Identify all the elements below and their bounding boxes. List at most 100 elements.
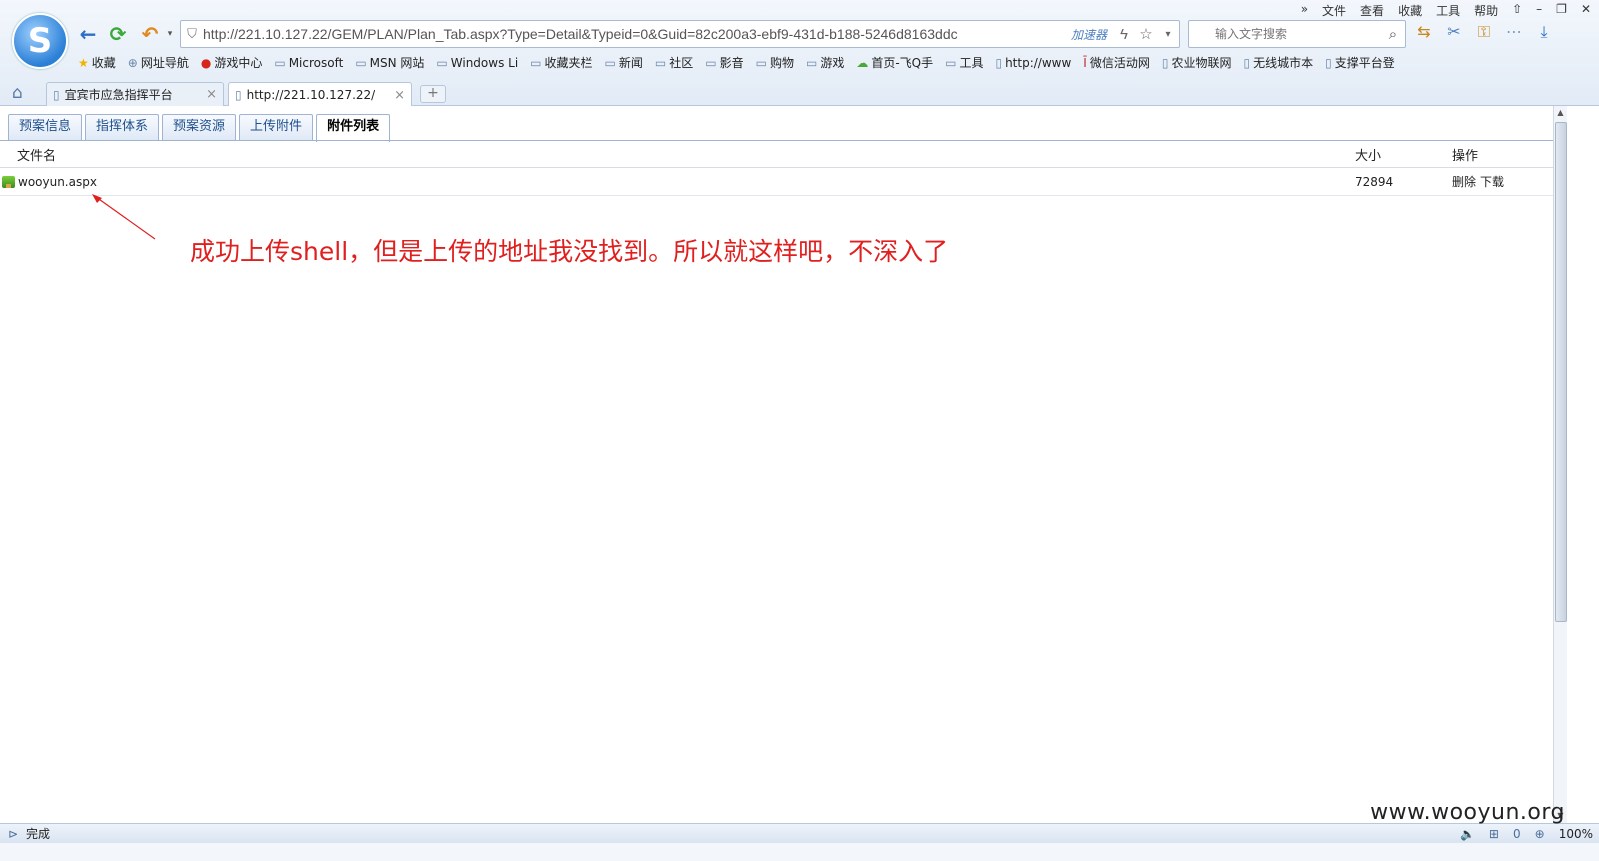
skin-icon[interactable]: ⇧ [1512, 2, 1522, 19]
search-box[interactable]: ⌕ [1188, 20, 1406, 48]
bookmark-item[interactable]: ☁ 首页-飞Q手 [856, 54, 933, 71]
app-tab-bar: 预案信息 指挥体系 预案资源 上传附件 附件列表 [8, 114, 391, 142]
browser-toolbar: S » 文件 查看 收藏 工具 帮助 ⇧ – ❐ ✕ ← ⟳ ↶ ▾ ⛉ htt… [0, 0, 1599, 107]
search-input[interactable] [1189, 27, 1381, 41]
bookmark-label: 农业物联网 [1171, 56, 1232, 70]
folder-icon: ▭ [945, 55, 957, 70]
counter-badge[interactable]: 0 [1513, 827, 1521, 841]
status-text: 完成 [26, 827, 51, 841]
page-icon: ▯ [235, 88, 242, 102]
page-icon: ▯ [995, 55, 1003, 70]
close-tab-icon[interactable]: × [394, 88, 405, 103]
home-icon[interactable]: ⌂ [12, 83, 23, 103]
file-size: 72894 [1355, 174, 1394, 189]
screenshot-scissors-icon[interactable]: ✂ [1444, 22, 1464, 42]
minimize-button[interactable]: – [1536, 2, 1542, 19]
file-actions: 删除 下载 [1452, 173, 1553, 190]
table-header: 文件名 大小 操作 [0, 142, 1553, 168]
close-window-button[interactable]: ✕ [1581, 2, 1591, 19]
bookmark-label: 收藏夹栏 [544, 56, 593, 70]
bookmark-item[interactable]: ● 游戏中心 [201, 54, 263, 71]
address-dropdown-icon[interactable]: ▾ [1157, 29, 1179, 40]
status-bar: ⊳ 完成 🔈 ⊞ 0 ⊕ 100% [0, 823, 1599, 843]
bookmark-item[interactable]: ▯ 无线城市本 [1243, 54, 1313, 71]
globe-icon: ⊕ [127, 55, 138, 70]
bookmark-item[interactable]: ▭ 影音 [705, 54, 743, 71]
header-action: 操作 [1452, 149, 1479, 164]
folder-icon: ▭ [436, 55, 448, 70]
folder-icon: ▭ [654, 55, 667, 70]
menu-tools[interactable]: 工具 [1436, 2, 1460, 19]
bookmark-item[interactable]: ▭ 新闻 [605, 54, 643, 71]
back-arrow-icon[interactable]: ← [76, 22, 100, 46]
bookmark-label: Windows Li [450, 55, 519, 70]
bookmark-item[interactable]: ▭ 收藏夹栏 [530, 54, 592, 71]
vertical-scrollbar[interactable]: ▲ ▼ [1553, 106, 1567, 823]
bookmark-item[interactable]: ▭ Microsoft [274, 54, 343, 71]
address-url[interactable]: http://221.10.127.22/GEM/PLAN/Plan_Tab.a… [203, 26, 1071, 42]
menu-file[interactable]: 文件 [1322, 2, 1346, 19]
bookmark-item[interactable]: ▯ http://www [995, 54, 1071, 71]
browser-tab-label: 宜宾市应急指挥平台 [64, 88, 173, 102]
bookmark-item[interactable]: ▭ 社区 [655, 54, 693, 71]
bookmark-item[interactable]: ⊕ 网址导航 [128, 54, 189, 71]
bookmark-item[interactable]: ★ 收藏 [78, 54, 116, 71]
table-row: wooyun.aspx 72894 删除 下载 [0, 168, 1553, 196]
tab-plan-resources[interactable]: 预案资源 [162, 114, 237, 140]
accelerator-label[interactable]: 加速器 [1071, 26, 1107, 43]
speaker-icon[interactable]: 🔈 [1460, 827, 1475, 841]
menu-view[interactable]: 查看 [1360, 2, 1384, 19]
bookmark-item[interactable]: ▭ MSN 网站 [355, 54, 424, 71]
bookmark-label: 无线城市本 [1253, 56, 1314, 70]
menu-expand[interactable]: » [1301, 2, 1308, 19]
search-icon[interactable]: ⌕ [1381, 25, 1405, 43]
file-name: wooyun.aspx [18, 174, 97, 189]
window-bottom [0, 843, 1599, 861]
scroll-up-icon[interactable]: ▲ [1554, 106, 1567, 120]
bookmark-item[interactable]: ▭ 购物 [756, 54, 794, 71]
delete-link[interactable]: 删除 [1452, 173, 1476, 190]
bookmark-label: 微信活动网 [1089, 56, 1150, 70]
browser-tab-current[interactable]: ▯ http://221.10.127.22/G × [228, 82, 412, 107]
folder-icon: ▭ [355, 55, 367, 70]
folder-icon: ▭ [705, 55, 717, 70]
zoom-icon[interactable]: ⊕ [1535, 827, 1545, 841]
menu-help[interactable]: 帮助 [1474, 2, 1498, 19]
favorite-star-icon[interactable]: ☆ [1135, 25, 1157, 43]
bookmark-item[interactable]: ▭ 工具 [945, 54, 983, 71]
tab-attachment-list[interactable]: 附件列表 [316, 114, 391, 142]
bookmark-item[interactable]: ▭ Windows Li [436, 54, 518, 71]
download-icon[interactable]: ⤓ [1534, 22, 1554, 42]
folder-icon: ▭ [274, 55, 286, 70]
close-tab-icon[interactable]: × [206, 87, 217, 102]
page-content: 预案信息 指挥体系 预案资源 上传附件 附件列表 文件名 大小 操作 wooyu… [0, 106, 1553, 823]
bookmark-item[interactable]: Ῑ 微信活动网 [1083, 54, 1150, 71]
bookmark-item[interactable]: ▯ 农业物联网 [1162, 54, 1232, 71]
tab-plan-info[interactable]: 预案信息 [8, 114, 83, 140]
new-tab-button[interactable]: + [420, 85, 446, 103]
zoom-level[interactable]: 100% [1559, 827, 1593, 841]
extension-icon[interactable]: ⊞ [1489, 827, 1499, 841]
bookmark-label: 收藏 [91, 56, 116, 70]
download-link[interactable]: 下载 [1480, 173, 1504, 190]
undo-dropdown-icon[interactable]: ▾ [158, 22, 182, 46]
lightning-icon[interactable]: ϟ [1113, 26, 1135, 43]
bookmark-item[interactable]: ▯ 支撑平台登 [1325, 54, 1395, 71]
sidebar-toggle-icon[interactable]: ⇆ [1414, 22, 1434, 42]
annotation-text: 成功上传shell，但是上传的地址我没找到。所以就这样吧，不深入了 [190, 237, 949, 266]
sidebar-toggle-icon[interactable]: ⊳ [0, 827, 26, 841]
address-bar[interactable]: ⛉ http://221.10.127.22/GEM/PLAN/Plan_Tab… [180, 20, 1180, 48]
more-icon[interactable]: ⋯ [1504, 22, 1524, 42]
scrollbar-thumb[interactable] [1555, 122, 1567, 622]
file-name-cell: wooyun.aspx [0, 175, 1355, 189]
bookmark-item[interactable]: ▭ 游戏 [806, 54, 844, 71]
star-icon: ★ [78, 55, 89, 70]
key-icon[interactable]: ⚿ [1474, 22, 1494, 42]
restore-button[interactable]: ❐ [1556, 2, 1567, 19]
tab-command-system[interactable]: 指挥体系 [85, 114, 160, 140]
tab-upload-attachment[interactable]: 上传附件 [239, 114, 314, 140]
browser-tab-platform[interactable]: ▯ 宜宾市应急指挥平台 × [46, 82, 224, 106]
right-toolbar: ⇆ ✂ ⚿ ⋯ ⤓ [1414, 22, 1554, 42]
refresh-icon[interactable]: ⟳ [106, 22, 130, 46]
menu-favorites[interactable]: 收藏 [1398, 2, 1422, 19]
